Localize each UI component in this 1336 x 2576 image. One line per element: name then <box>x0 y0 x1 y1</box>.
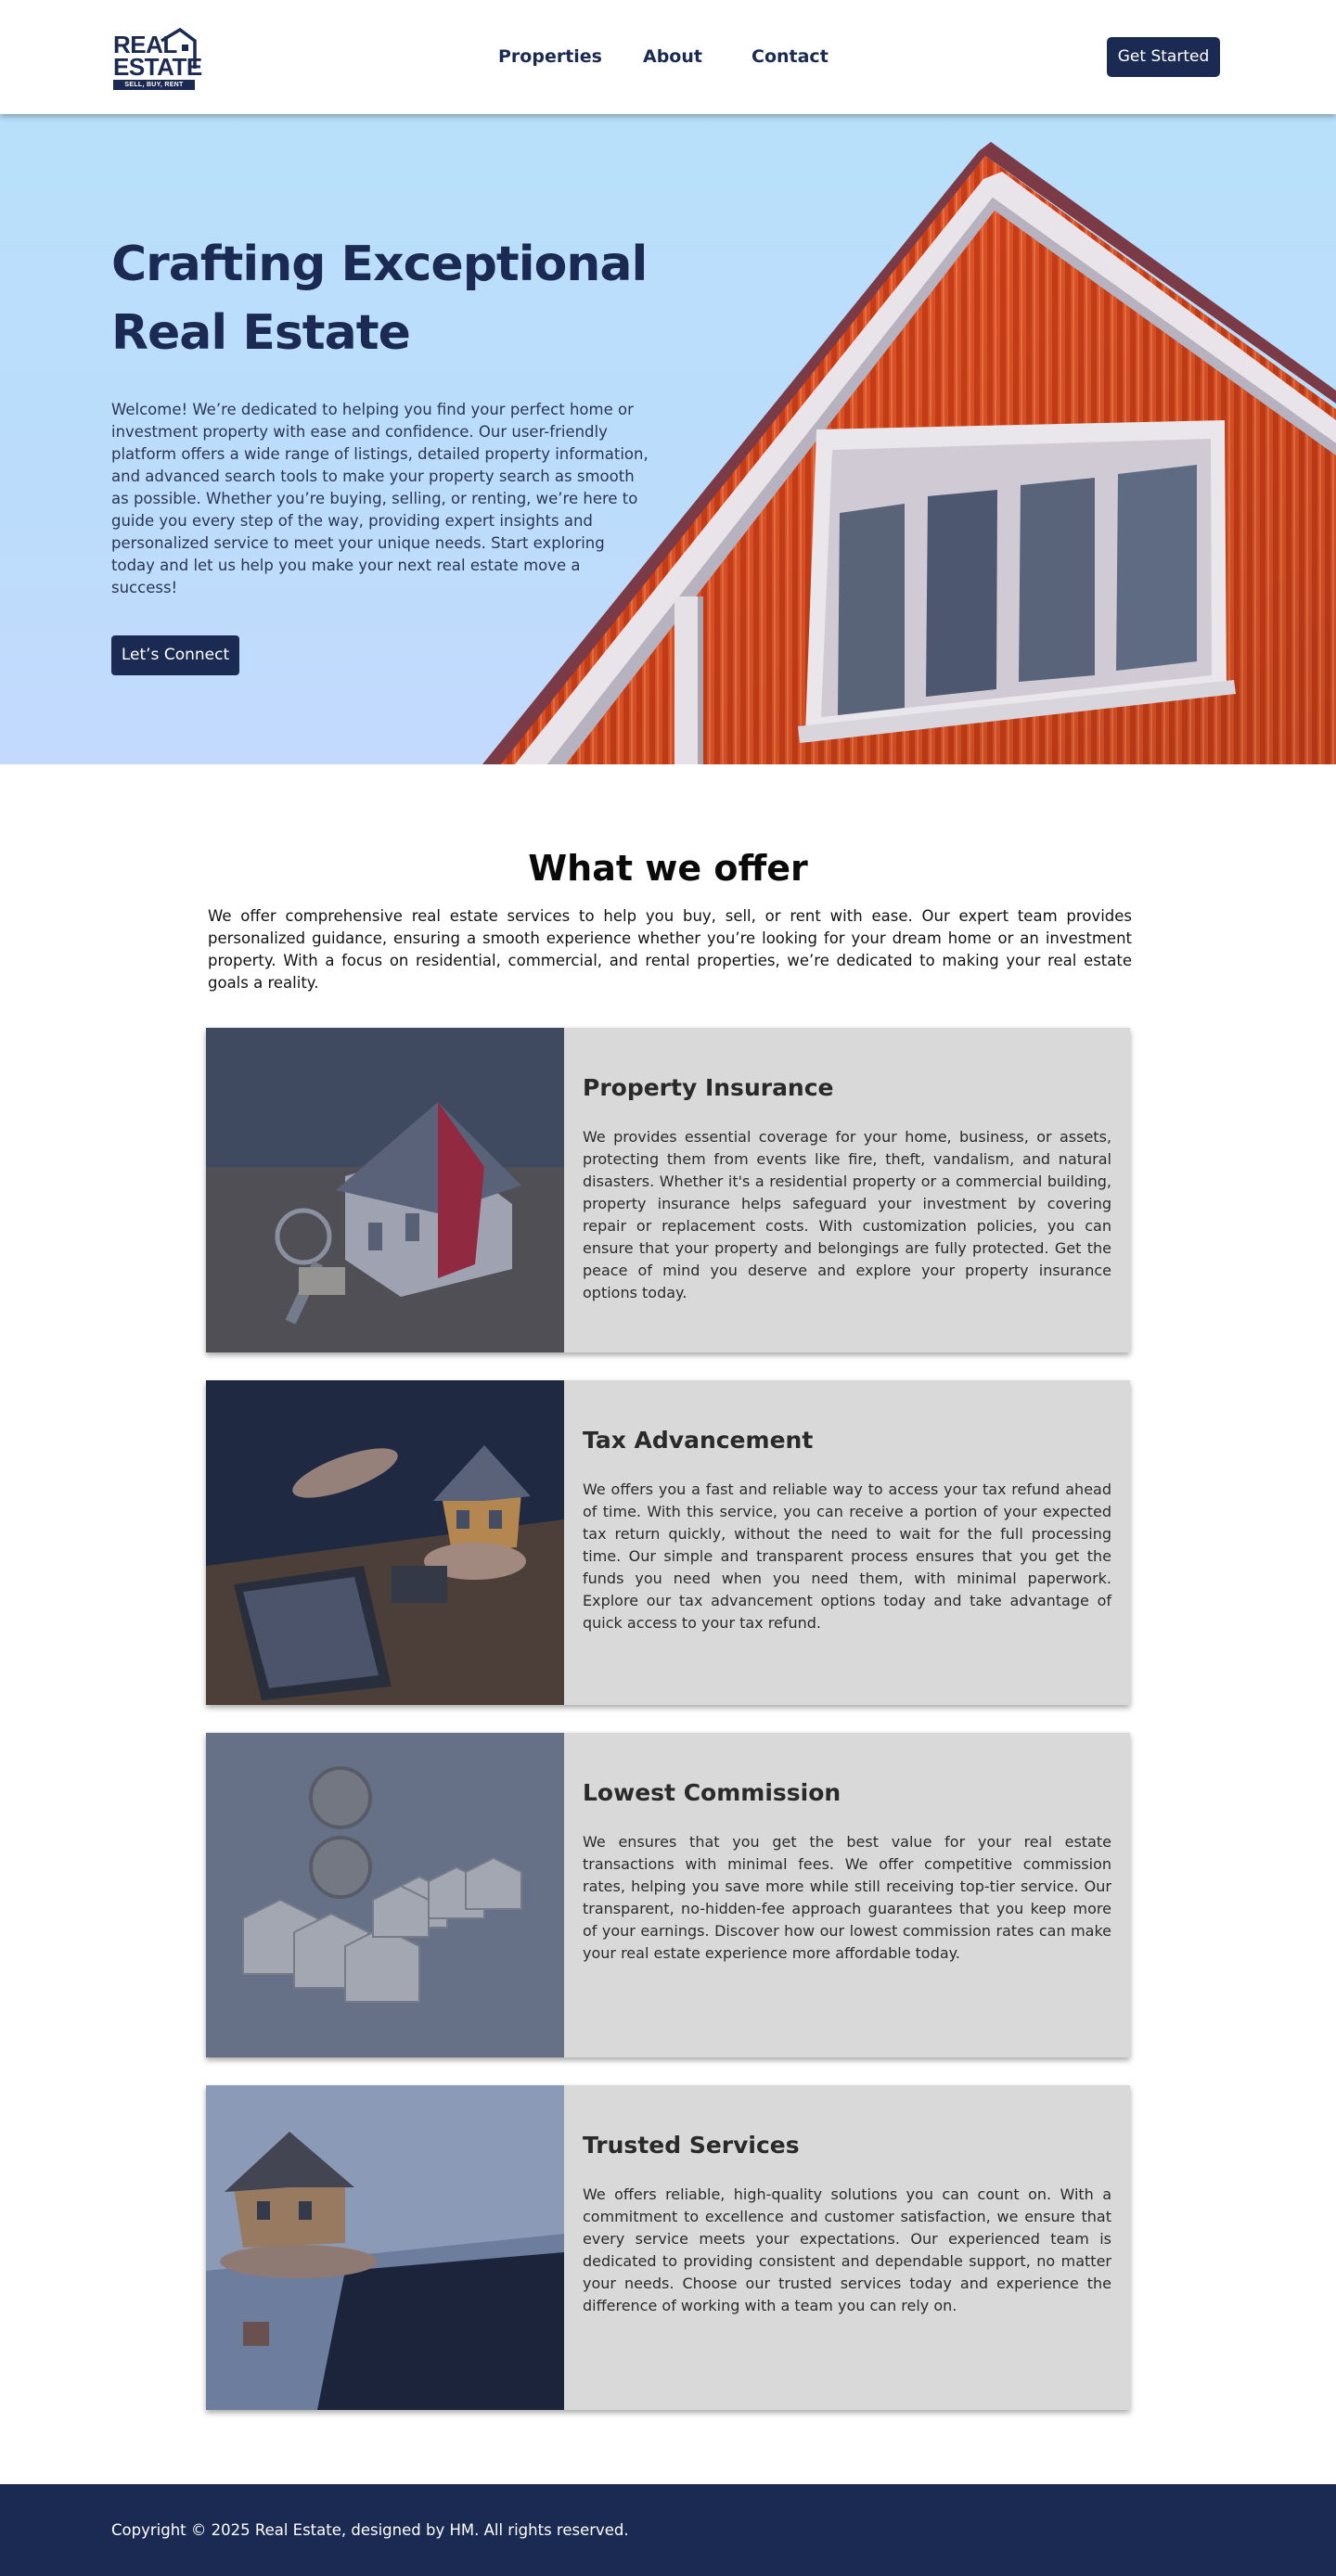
service-title: Trusted Services <box>583 2132 800 2159</box>
site-logo[interactable]: REAL ESTATE SELL, BUY, RENT <box>111 28 202 90</box>
get-started-button[interactable]: Get Started <box>1107 37 1220 77</box>
hero-title-line2: Real Estate <box>111 305 411 361</box>
logo-text-line2: ESTATE <box>113 53 202 81</box>
site-footer: Copyright © 2025 Real Estate, designed b… <box>0 2484 1336 2576</box>
service-image-coins-houses <box>206 1733 564 2057</box>
hero-description: Welcome! We’re dedicated to helping you … <box>111 401 649 596</box>
service-image-house-keys <box>206 1028 564 1352</box>
service-description: We ensures that you get the best value f… <box>583 1833 1111 1962</box>
service-description: We offers reliable, high-quality solutio… <box>583 2185 1111 2314</box>
service-card-tax-advancement: Tax Advancement We offers you a fast and… <box>206 1380 1130 1705</box>
site-header: REAL ESTATE SELL, BUY, RENT Properties A… <box>0 0 1336 114</box>
service-description: We offers you a fast and reliable way to… <box>583 1480 1111 1632</box>
nav-link-contact[interactable]: Contact <box>752 45 829 69</box>
service-title: Tax Advancement <box>583 1427 814 1454</box>
hero-title: Crafting Exceptional Real Estate <box>111 230 705 367</box>
hero-title-line1: Crafting Exceptional <box>111 237 648 292</box>
service-card-trusted-services: Trusted Services We offers reliable, hig… <box>206 2085 1130 2410</box>
service-title: Lowest Commission <box>583 1779 841 1806</box>
service-card-property-insurance: Property Insurance We provides essential… <box>206 1028 1130 1352</box>
nav-link-about[interactable]: About <box>643 45 702 69</box>
logo-tagline: SELL, BUY, RENT <box>113 80 195 90</box>
footer-copyright: Copyright © 2025 Real Estate, designed b… <box>111 2521 629 2539</box>
lets-connect-button[interactable]: Let’s Connect <box>111 635 239 675</box>
service-description: We provides essential coverage for your … <box>583 1128 1111 1301</box>
service-title: Property Insurance <box>583 1074 834 1101</box>
offer-section-intro: We offer comprehensive real estate servi… <box>208 907 1132 992</box>
offer-section-title: What we offer <box>528 848 808 889</box>
hero-section: Crafting Exceptional Real Estate Welcome… <box>0 114 1336 764</box>
nav-link-properties[interactable]: Properties <box>498 45 602 69</box>
service-card-lowest-commission: Lowest Commission We ensures that you ge… <box>206 1733 1130 2057</box>
service-image-hands-house-model <box>206 1380 564 1705</box>
service-image-hand-holding-house <box>206 2085 564 2410</box>
